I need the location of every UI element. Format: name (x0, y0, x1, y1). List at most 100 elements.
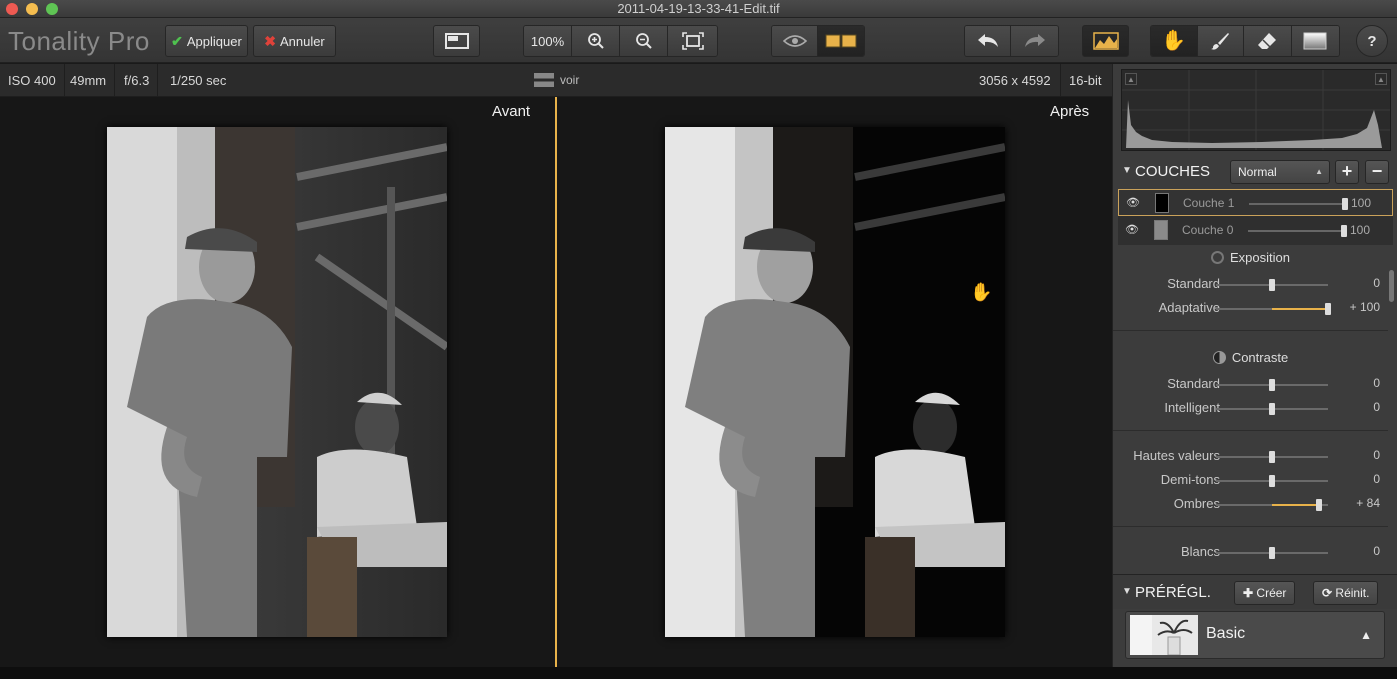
slider-row[interactable]: Demi-tons 0 (1113, 470, 1388, 490)
eye-icon[interactable]: 👁 (1126, 196, 1140, 209)
slider-knob[interactable] (1269, 475, 1275, 487)
slider-knob[interactable] (1325, 303, 1331, 315)
slider-row[interactable]: Blancs 0 (1113, 542, 1388, 562)
adjust-slider[interactable] (1216, 475, 1328, 487)
slider-knob[interactable] (1342, 198, 1348, 210)
layer-thumbnail (1154, 220, 1168, 240)
panel-layout-icon (444, 33, 469, 49)
zoom-in-button[interactable] (572, 26, 620, 56)
view-toggle[interactable]: voir (534, 73, 579, 87)
slider-row[interactable]: Standard 0 (1113, 374, 1388, 394)
gradient-tool-button[interactable] (1291, 26, 1339, 56)
layer-opacity-slider[interactable] (1248, 225, 1347, 237)
slider-knob[interactable] (1269, 403, 1275, 415)
slider-row[interactable]: Standard 0 (1113, 274, 1388, 294)
slider-knob[interactable] (1341, 225, 1347, 237)
shadow-clip-icon[interactable]: ▲ (1125, 73, 1137, 85)
slider-knob[interactable] (1269, 451, 1275, 463)
compare-controls (771, 25, 865, 57)
histogram-graph (1122, 70, 1390, 150)
adjust-slider[interactable] (1216, 303, 1331, 315)
reset-preset-button[interactable]: ⟳ Réinit. (1313, 581, 1379, 605)
zoom-100-button[interactable]: 100% (524, 26, 572, 56)
split-view-button[interactable] (818, 26, 864, 56)
adjust-slider[interactable] (1216, 279, 1328, 291)
add-layer-button[interactable]: + (1335, 160, 1359, 184)
brush-tool-button[interactable] (1197, 26, 1245, 56)
layer-row[interactable]: 👁 Couche 1 100 (1118, 189, 1393, 216)
slider-knob[interactable] (1316, 499, 1322, 511)
window-title: 2011-04-19-13-33-41-Edit.tif (617, 1, 780, 16)
slider-label: Standard (1167, 276, 1220, 291)
focal-length-value: 49mm (62, 64, 116, 97)
slider-knob[interactable] (1269, 279, 1275, 291)
slider-knob[interactable] (1269, 547, 1275, 559)
slider-label: Ombres (1173, 496, 1220, 511)
remove-layer-button[interactable]: − (1365, 160, 1389, 184)
preview-toggle-button[interactable] (772, 26, 819, 56)
layer-opacity-value: 100 (1351, 196, 1372, 210)
blend-mode-select[interactable]: Normal ▲ (1230, 160, 1330, 184)
slider-knob[interactable] (1269, 379, 1275, 391)
exposure-section-title[interactable]: Exposition (1113, 250, 1388, 265)
highlight-clip-icon[interactable]: ▲ (1375, 73, 1387, 85)
layer-row[interactable]: 👁 Couche 0 100 (1118, 217, 1393, 244)
slider-label: Intelligent (1164, 400, 1220, 415)
contrast-icon (1212, 351, 1226, 364)
slider-value: + 100 (1349, 300, 1380, 314)
image-dimensions: 3056 x 4592 (979, 73, 1051, 88)
slider-label: Adaptative (1158, 300, 1220, 315)
slider-fill (1272, 504, 1319, 506)
adjust-slider[interactable] (1216, 499, 1328, 511)
apply-button-label: Appliquer (186, 33, 242, 49)
scroll-thumb[interactable] (1389, 270, 1394, 302)
undo-icon (977, 34, 998, 47)
slider-row[interactable]: Adaptative + 100 (1113, 298, 1388, 318)
slider-row[interactable]: Hautes valeurs 0 (1113, 446, 1388, 466)
toggle-panel-button[interactable] (433, 25, 480, 57)
aperture-value: f/6.3 (116, 64, 159, 97)
adjustments-panel: Exposition Standard 0 Adaptative + 100 Con… (1113, 250, 1388, 570)
layer-name: Couche 1 (1183, 196, 1235, 210)
tool-palette: ✋ (1150, 25, 1340, 57)
collapse-triangle-icon: ▼ (1122, 586, 1132, 597)
slider-row[interactable]: Ombres + 84 (1113, 494, 1388, 514)
layer-thumbnail (1155, 193, 1169, 213)
slider-value: 0 (1373, 276, 1380, 290)
image-canvas[interactable]: Avant Après ✋ (0, 97, 1112, 667)
help-button[interactable]: ? (1356, 25, 1388, 57)
redo-button[interactable] (1011, 26, 1058, 56)
adjustments-scrollbar[interactable] (1388, 250, 1396, 570)
cancel-button[interactable]: ✖ Annuler (253, 25, 336, 57)
adjust-slider[interactable] (1216, 403, 1328, 415)
eye-icon[interactable]: 👁 (1125, 223, 1139, 236)
contrast-section-title[interactable]: Contraste (1113, 350, 1388, 365)
slider-row[interactable]: Intelligent 0 (1113, 398, 1388, 418)
layer-name: Couche 0 (1182, 223, 1234, 237)
before-image (107, 127, 447, 637)
after-label: Après (1050, 103, 1090, 120)
presets-section-header: ▼ PRÉRÉGL. ✚ Créer ⟳ Réinit. (1113, 574, 1397, 609)
redo-icon (1024, 34, 1045, 47)
zoom-in-icon (587, 33, 604, 49)
preset-selector[interactable]: Basic ▲ (1125, 611, 1385, 659)
adjust-slider[interactable] (1216, 379, 1328, 391)
create-preset-button[interactable]: ✚ Créer (1234, 581, 1296, 605)
layer-opacity-slider[interactable] (1249, 198, 1348, 210)
eraser-tool-button[interactable] (1244, 26, 1292, 56)
brush-icon (1211, 33, 1230, 50)
hand-icon: ✋ (1161, 30, 1187, 52)
refresh-icon: ⟳ (1322, 586, 1333, 600)
histogram-toggle-button[interactable] (1082, 25, 1129, 57)
fit-screen-button[interactable] (668, 26, 717, 56)
zoom-out-button[interactable] (620, 26, 668, 56)
zoom-controls: 100% (523, 25, 718, 57)
adjust-slider[interactable] (1216, 451, 1328, 463)
create-preset-label: Créer (1256, 586, 1287, 600)
collapse-triangle-icon: ▼ (1122, 165, 1132, 176)
adjust-slider[interactable] (1216, 547, 1328, 559)
hand-tool-button[interactable]: ✋ (1151, 26, 1198, 56)
undo-button[interactable] (965, 26, 1012, 56)
apply-button[interactable]: ✔ Appliquer (165, 25, 248, 57)
split-divider-handle[interactable] (555, 97, 557, 667)
